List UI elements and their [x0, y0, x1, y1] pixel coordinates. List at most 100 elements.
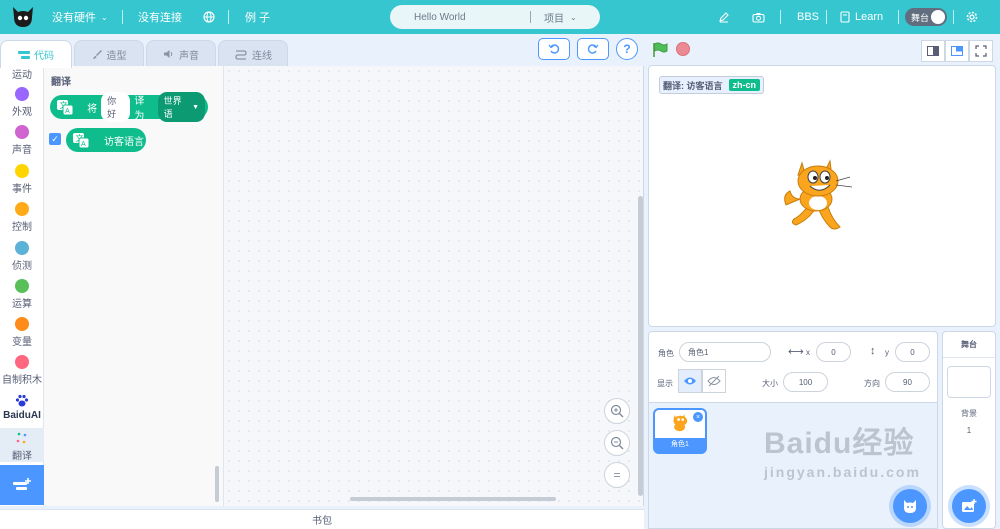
examples-menu[interactable]: 例 子 — [245, 0, 270, 34]
tab-sounds[interactable]: 声音 — [146, 40, 216, 67]
small-stage-button[interactable] — [921, 40, 945, 62]
category-sound[interactable]: 声音 — [0, 125, 44, 156]
category-baiduai[interactable]: BaiduAI — [0, 394, 44, 421]
redo-button[interactable] — [577, 38, 609, 60]
project-menu-label[interactable]: 项目 — [544, 10, 564, 25]
category-events[interactable]: 事件 — [0, 164, 44, 195]
backpack-bar[interactable]: 书包 — [0, 509, 644, 529]
show-sprite-button[interactable] — [678, 369, 702, 393]
add-extension-icon — [13, 478, 31, 490]
project-title[interactable]: Hello World — [414, 12, 466, 23]
translate-block-icon: 文A — [70, 129, 92, 151]
category-variables[interactable]: 变量 — [0, 317, 44, 348]
menu-divider — [122, 0, 123, 34]
backdrop-label: 背景 — [961, 409, 977, 418]
viewer-language-block[interactable]: 文A 访客语言 — [66, 128, 146, 152]
connection-menu[interactable]: 没有连接 — [138, 0, 182, 34]
script-area[interactable] — [224, 66, 644, 506]
language-dropdown[interactable]: 世界语 ▼ — [157, 92, 205, 122]
category-dot — [15, 241, 29, 255]
stage-panel-title: 舞台 — [943, 332, 995, 358]
script-horizontal-scrollbar[interactable] — [350, 497, 556, 501]
tab-code[interactable]: 代码 — [0, 40, 72, 68]
green-flag-button[interactable] — [652, 42, 668, 61]
size-field[interactable]: 100 — [783, 372, 828, 392]
menu-divider — [953, 0, 954, 34]
code-icon — [18, 50, 30, 59]
zoom-in-button[interactable] — [604, 398, 630, 424]
sprite-name-value: 角色1 — [688, 347, 709, 357]
help-button[interactable]: ? — [616, 38, 638, 60]
redo-icon — [587, 44, 599, 54]
edit-icon[interactable] — [718, 0, 730, 34]
learn-link[interactable]: Learn — [840, 0, 883, 34]
script-vertical-scrollbar[interactable] — [638, 196, 643, 496]
sprite-tile[interactable]: × 角色1 — [653, 408, 707, 454]
category-operators[interactable]: 运算 — [0, 279, 44, 310]
image-add-icon — [962, 499, 977, 512]
monitor-checkbox[interactable]: ✓ — [49, 133, 61, 145]
y-label: y — [885, 348, 889, 357]
translate-text-input[interactable]: 你好 — [101, 92, 131, 122]
fullscreen-icon — [975, 45, 987, 57]
category-control[interactable]: 控制 — [0, 202, 44, 233]
variable-monitor[interactable]: 翻译: 访客语言 zh-cn — [659, 76, 764, 94]
eye-icon — [684, 377, 696, 385]
tab-wiring[interactable]: 连线 — [218, 40, 288, 67]
sprite-name-field[interactable]: 角色1 — [679, 342, 771, 362]
y-field[interactable]: 0 — [895, 342, 930, 362]
category-sensing[interactable]: 侦测 — [0, 241, 44, 272]
category-dot — [15, 87, 29, 101]
choose-backdrop-button[interactable] — [952, 489, 986, 523]
brush-icon — [92, 49, 102, 59]
app-logo[interactable] — [10, 0, 40, 34]
tab-sounds-label: 声音 — [179, 50, 199, 62]
zoom-reset-button[interactable]: = — [604, 462, 630, 488]
category-my-blocks[interactable]: 自制积木 — [0, 355, 44, 386]
bbs-link[interactable]: BBS — [797, 0, 819, 34]
hide-sprite-button[interactable] — [702, 369, 726, 393]
stage-mode-toggle[interactable]: 舞台 — [905, 8, 947, 26]
undo-button[interactable] — [538, 38, 570, 60]
translate-block-icon: 文A — [54, 96, 75, 118]
category-dot — [15, 317, 29, 331]
x-field[interactable]: 0 — [816, 342, 851, 362]
tab-costumes[interactable]: 造型 — [74, 40, 144, 67]
zoom-out-button[interactable] — [604, 430, 630, 456]
camera-icon[interactable] — [752, 0, 765, 34]
zoom-out-icon — [610, 436, 624, 450]
speaker-icon — [164, 50, 173, 58]
translate-block[interactable]: 文A 将 你好 译为 世界语 ▼ — [50, 92, 208, 122]
delete-sprite-button[interactable]: × — [693, 412, 703, 422]
category-translate[interactable]: 翻译 — [0, 428, 44, 462]
globe-icon[interactable] — [203, 0, 215, 34]
fullscreen-button[interactable] — [969, 40, 993, 62]
category-label: 自制积木 — [2, 375, 42, 386]
category-motion[interactable]: 运动 — [0, 66, 44, 81]
category-looks[interactable]: 外观 — [0, 87, 44, 118]
menu-divider — [228, 0, 229, 34]
choose-sprite-button[interactable] — [893, 489, 927, 523]
language-dropdown-value: 世界语 — [163, 96, 182, 119]
category-label: 运算 — [12, 299, 32, 310]
category-label: 外观 — [12, 107, 32, 118]
large-stage-button[interactable] — [945, 40, 969, 62]
category-label: 声音 — [12, 145, 32, 156]
add-extension-button[interactable] — [0, 465, 44, 505]
x-label: x — [806, 348, 810, 357]
stop-button[interactable] — [676, 42, 690, 56]
cat-sprite[interactable] — [780, 155, 860, 237]
palette-scrollbar[interactable] — [215, 466, 219, 502]
large-stage-icon — [951, 46, 963, 56]
hardware-menu[interactable]: 没有硬件 ⌄ — [52, 0, 108, 34]
direction-field[interactable]: 90 — [885, 372, 930, 392]
backpack-label: 书包 — [312, 516, 332, 527]
backdrop-thumbnail[interactable] — [947, 366, 991, 398]
translate-icon — [16, 432, 27, 444]
watermark-url: jingyan.baidu.com — [764, 464, 921, 480]
project-title-pill[interactable]: Hello World 项目 ⌄ — [390, 5, 600, 29]
palette-section-title: 翻译 — [51, 77, 71, 88]
settings-gear-icon[interactable] — [966, 0, 978, 34]
undo-icon — [548, 44, 560, 54]
zoom-in-icon — [610, 404, 624, 418]
